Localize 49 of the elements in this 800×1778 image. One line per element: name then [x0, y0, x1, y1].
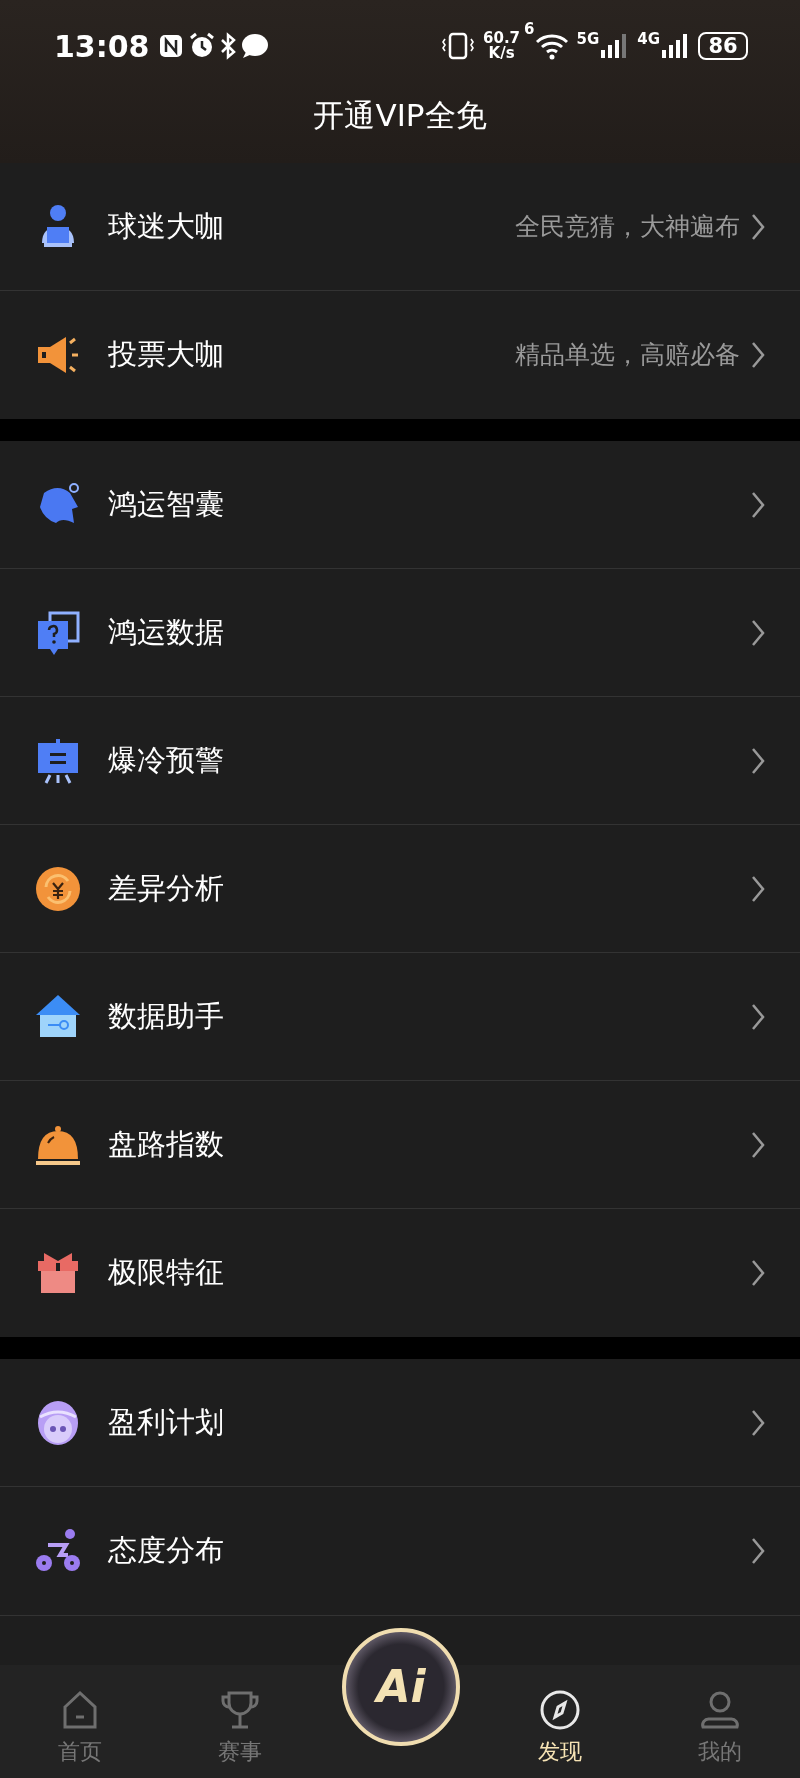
ai-assistant-button[interactable]: Ai: [342, 1628, 460, 1746]
tab-item[interactable]: 首页: [0, 1665, 160, 1778]
menu-label: 差异分析: [108, 869, 224, 907]
wifi-icon: [534, 32, 569, 60]
alarm-icon: [187, 32, 216, 60]
tab-item[interactable]: 赛事: [160, 1665, 320, 1778]
menu-label: 鸿运数据: [108, 613, 224, 651]
menu-label: 爆冷预警: [108, 741, 224, 779]
menu-label: 盘路指数: [108, 1125, 224, 1163]
tab-item[interactable]: 发现: [480, 1665, 640, 1778]
signal-icon: [660, 32, 690, 60]
message-icon: [239, 32, 270, 60]
menu-label: 球迷大咖: [108, 207, 224, 245]
page-title: 开通VIP全免: [312, 96, 488, 135]
nfc-icon: [157, 33, 184, 59]
menu-label: 投票大咖: [108, 336, 224, 374]
menu-item[interactable]: 投票大咖 精品单选，高赔必备: [0, 291, 800, 419]
network-type-label: 4G: [637, 32, 660, 47]
network-speed: 60.7: [483, 31, 521, 46]
menu-item[interactable]: 爆冷预警: [0, 697, 800, 825]
menu-item[interactable]: 数据助手: [0, 953, 800, 1081]
coin-icon: [34, 864, 82, 913]
menu-item[interactable]: 极限特征: [0, 1209, 800, 1337]
menu-hint: 全民竞猜，大神遍布: [515, 210, 740, 243]
menu-item[interactable]: 球迷大咖 全民竞猜，大神遍布: [0, 163, 800, 291]
tab-item[interactable]: 我的: [640, 1665, 800, 1778]
chevron-right-icon: [750, 340, 766, 370]
battery-indicator: 86: [698, 32, 748, 60]
menu-item[interactable]: [0, 1615, 800, 1665]
menu-item[interactable]: 鸿运智囊: [0, 441, 800, 569]
chevron-right-icon: [750, 1536, 766, 1566]
menu-item[interactable]: 盈利计划: [0, 1359, 800, 1487]
menu-item[interactable]: 态度分布: [0, 1487, 800, 1615]
vibrate-icon: [441, 31, 476, 61]
chevron-right-icon: [750, 1258, 766, 1288]
speed-unit: K/s: [487, 46, 516, 61]
menu-item[interactable]: 盘路指数: [0, 1081, 800, 1209]
menu-item[interactable]: 差异分析: [0, 825, 800, 953]
clock-time: 13:08: [54, 27, 150, 66]
network-type-label: 5G: [576, 32, 600, 47]
menu-item[interactable]: 鸿运数据: [0, 569, 800, 697]
menu-label: 极限特征: [108, 1254, 224, 1292]
menu-hint: 精品单选，高赔必备: [515, 339, 740, 372]
bluetooth-icon: [219, 32, 236, 60]
menu-label: 鸿运智囊: [108, 485, 224, 523]
wifi-label: 6: [524, 22, 535, 37]
menu-label: 数据助手: [108, 997, 224, 1035]
menu-label: 盈利计划: [108, 1403, 224, 1441]
menu-label: 态度分布: [108, 1532, 224, 1570]
